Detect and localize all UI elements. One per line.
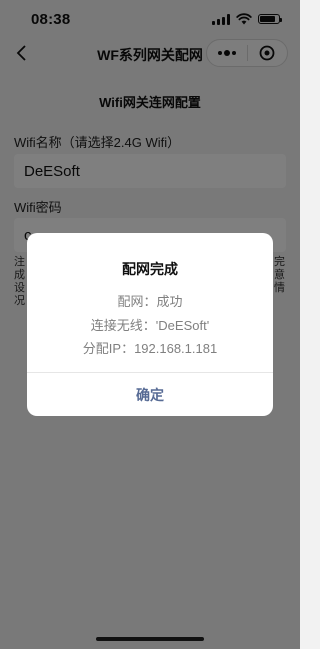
dialog-ssid-line: 连接无线：'DeESoft' [90,318,210,333]
result-dialog: 配网完成 配网：成功 连接无线：'DeESoft' 分配IP：192.168.1… [27,233,273,416]
dialog-status-line: 配网：成功 [117,294,183,309]
dialog-ip-line: 分配IP：192.168.1.181 [82,341,218,356]
home-indicator [96,637,204,641]
dialog-title: 配网完成 [122,261,178,277]
confirm-button[interactable]: 确定 [27,373,273,416]
